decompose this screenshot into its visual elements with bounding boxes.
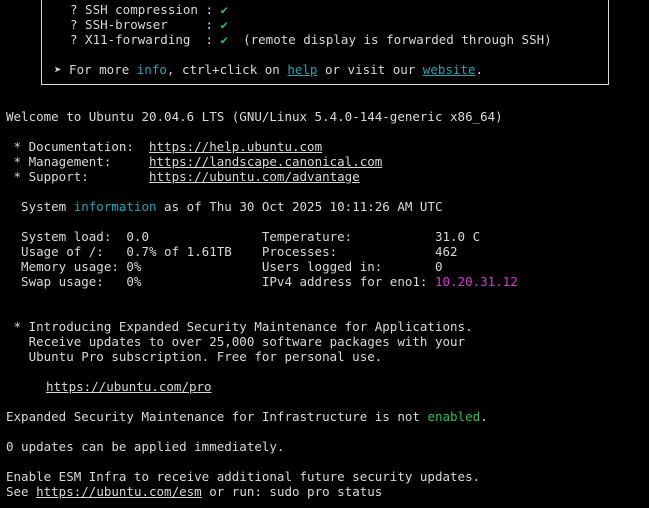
see-esm-line: See https://ubuntu.com/esm or run: sudo … <box>6 484 383 499</box>
stat-row: Usage of /: 0.7% of 1.61TB Processes: 46… <box>6 244 458 259</box>
terminal-window[interactable]: ? SSH compression : ✔ ? SSH-browser : ✔ … <box>0 0 651 508</box>
help-link[interactable]: help <box>287 62 317 77</box>
system-info-line: System information as of Thu 30 Oct 2025… <box>6 199 443 214</box>
esm-link[interactable]: https://ubuntu.com/esm <box>36 484 202 499</box>
updates-line: 0 updates can be applied immediately. <box>6 439 285 454</box>
check-icon: ✔ <box>220 2 229 17</box>
esm-apps-line: Ubuntu Pro subscription. Free for person… <box>6 349 383 364</box>
pro-link-line: https://ubuntu.com/pro <box>46 379 212 394</box>
feature-ssh-browser: ? SSH-browser : ✔ <box>70 17 229 32</box>
esm-apps-line: Receive updates to over 25,000 software … <box>6 334 466 349</box>
management-link-line: * Management: https://landscape.canonica… <box>6 154 383 169</box>
arrow-icon: ➤ For more <box>54 62 137 77</box>
enable-esm-line: Enable ESM Infra to receive additional f… <box>6 469 481 484</box>
feature-x11-forwarding: ? X11-forwarding : ✔ (remote display is … <box>70 32 552 47</box>
stat-row: Memory usage: 0% Users logged in: 0 <box>6 259 443 274</box>
esm-infra-line: Expanded Security Maintenance for Infras… <box>6 409 488 424</box>
mobaxterm-banner-box: ? SSH compression : ✔ ? SSH-browser : ✔ … <box>41 0 609 85</box>
ubuntu-pro-link[interactable]: https://ubuntu.com/pro <box>46 379 212 394</box>
feature-ssh-compression: ? SSH compression : ✔ <box>70 2 229 17</box>
check-icon: ✔ <box>220 17 229 32</box>
support-link[interactable]: https://ubuntu.com/advantage <box>149 169 360 184</box>
check-icon: ✔ <box>220 32 229 47</box>
documentation-link[interactable]: https://help.ubuntu.com <box>149 139 322 154</box>
esm-apps-line: * Introducing Expanded Security Maintena… <box>6 319 473 334</box>
website-link[interactable]: website <box>423 62 476 77</box>
ip-address: 10.20.31.12 <box>434 274 518 289</box>
more-info-line: ➤ For more info, ctrl+click on help or v… <box>54 62 484 77</box>
stat-row: System load: 0.0 Temperature: 31.0 C <box>6 229 481 244</box>
management-link[interactable]: https://landscape.canonical.com <box>149 154 382 169</box>
support-link-line: * Support: https://ubuntu.com/advantage <box>6 169 360 184</box>
doc-link-line: * Documentation: https://help.ubuntu.com <box>6 139 323 154</box>
stat-row: Swap usage: 0% IPv4 address for eno1: 10… <box>6 274 518 289</box>
info-word: info <box>136 62 167 77</box>
welcome-line: Welcome to Ubuntu 20.04.6 LTS (GNU/Linux… <box>6 109 503 124</box>
